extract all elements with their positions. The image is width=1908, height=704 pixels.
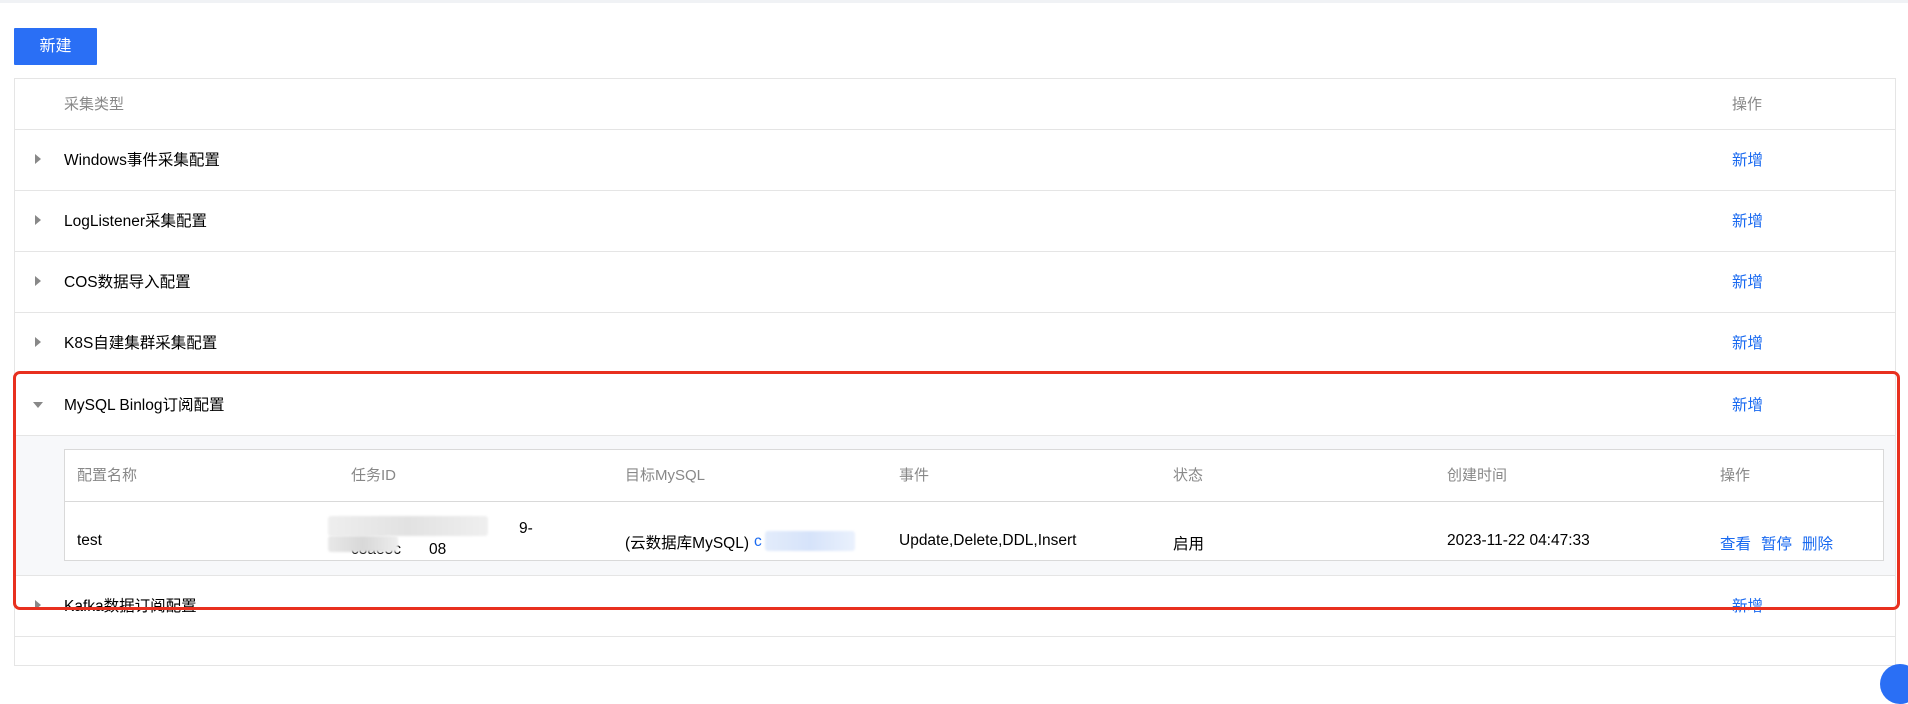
task-id-end-1: 9- xyxy=(519,520,533,537)
header-operations: 操作 xyxy=(1720,467,1751,484)
floating-help-button[interactable] xyxy=(1880,664,1908,704)
table-header: 采集类型 操作 xyxy=(15,79,1895,130)
add-link[interactable]: 新增 xyxy=(1732,130,1763,191)
row-windows-event[interactable]: Windows事件采集配置 新增 xyxy=(15,130,1895,191)
header-events: 事件 xyxy=(899,467,930,484)
expand-caret-icon[interactable] xyxy=(35,154,41,164)
top-divider xyxy=(0,0,1908,3)
row-label: Kafka数据订阅配置 xyxy=(64,598,197,615)
row-k8s-cluster[interactable]: K8S自建集群采集配置 新增 xyxy=(15,313,1895,374)
row-label: K8S自建集群采集配置 xyxy=(64,335,218,352)
add-link[interactable]: 新增 xyxy=(1732,191,1763,252)
add-link[interactable]: 新增 xyxy=(1732,252,1763,313)
collection-config-table: 采集类型 操作 Windows事件采集配置 新增 LogListener采集配置… xyxy=(14,78,1896,666)
new-button[interactable]: 新建 xyxy=(14,28,97,65)
row-mysql-binlog[interactable]: MySQL Binlog订阅配置 新增 xyxy=(15,375,1895,436)
header-collection-type: 采集类型 xyxy=(64,96,125,113)
events-cell: Update,Delete,DDL,Insert xyxy=(899,532,1077,549)
status-cell: 启用 xyxy=(1173,536,1205,553)
header-action: 操作 xyxy=(1732,96,1763,113)
view-link[interactable]: 查看 xyxy=(1720,532,1751,554)
row-label: MySQL Binlog订阅配置 xyxy=(64,397,225,414)
task-id-end-2: 08 xyxy=(429,541,447,558)
expand-caret-icon[interactable] xyxy=(35,276,41,286)
row-label: COS数据导入配置 xyxy=(64,274,191,291)
redacted-task-id xyxy=(328,516,488,536)
redacted-instance-id xyxy=(765,531,855,551)
add-link[interactable]: 新增 xyxy=(1732,576,1763,637)
row-kafka-subscription[interactable]: Kafka数据订阅配置 新增 xyxy=(15,576,1895,637)
header-config-name: 配置名称 xyxy=(77,467,138,484)
binlog-subtable: 配置名称 任务ID 目标MySQL 事件 状态 创建时间 操作 test 7a … xyxy=(64,449,1884,561)
row-loglistener[interactable]: LogListener采集配置 新增 xyxy=(15,191,1895,252)
header-target-mysql: 目标MySQL xyxy=(625,467,706,484)
expand-caret-icon[interactable] xyxy=(35,600,41,610)
add-link[interactable]: 新增 xyxy=(1732,375,1763,436)
redacted-task-id xyxy=(328,536,398,552)
collapse-caret-icon[interactable] xyxy=(33,402,43,408)
target-mysql-type: (云数据库MySQL) xyxy=(625,535,750,552)
row-cos-import[interactable]: COS数据导入配置 新增 xyxy=(15,252,1895,313)
created-time-cell: 2023-11-22 04:47:33 xyxy=(1447,532,1590,549)
header-status: 状态 xyxy=(1173,467,1204,484)
header-created-time: 创建时间 xyxy=(1447,467,1508,484)
row-label: LogListener采集配置 xyxy=(64,213,208,230)
target-mysql-link[interactable]: c xyxy=(754,533,762,551)
row-label: Windows事件采集配置 xyxy=(64,152,220,169)
binlog-expanded-panel: 配置名称 任务ID 目标MySQL 事件 状态 创建时间 操作 test 7a … xyxy=(15,436,1895,576)
delete-link[interactable]: 删除 xyxy=(1802,532,1833,554)
expand-caret-icon[interactable] xyxy=(35,215,41,225)
header-task-id: 任务ID xyxy=(351,467,397,484)
add-link[interactable]: 新增 xyxy=(1732,313,1763,374)
expand-caret-icon[interactable] xyxy=(35,337,41,347)
config-name-cell: test xyxy=(77,532,102,549)
subtable-header: 配置名称 任务ID 目标MySQL 事件 状态 创建时间 操作 xyxy=(65,450,1883,502)
pause-link[interactable]: 暂停 xyxy=(1761,532,1792,554)
